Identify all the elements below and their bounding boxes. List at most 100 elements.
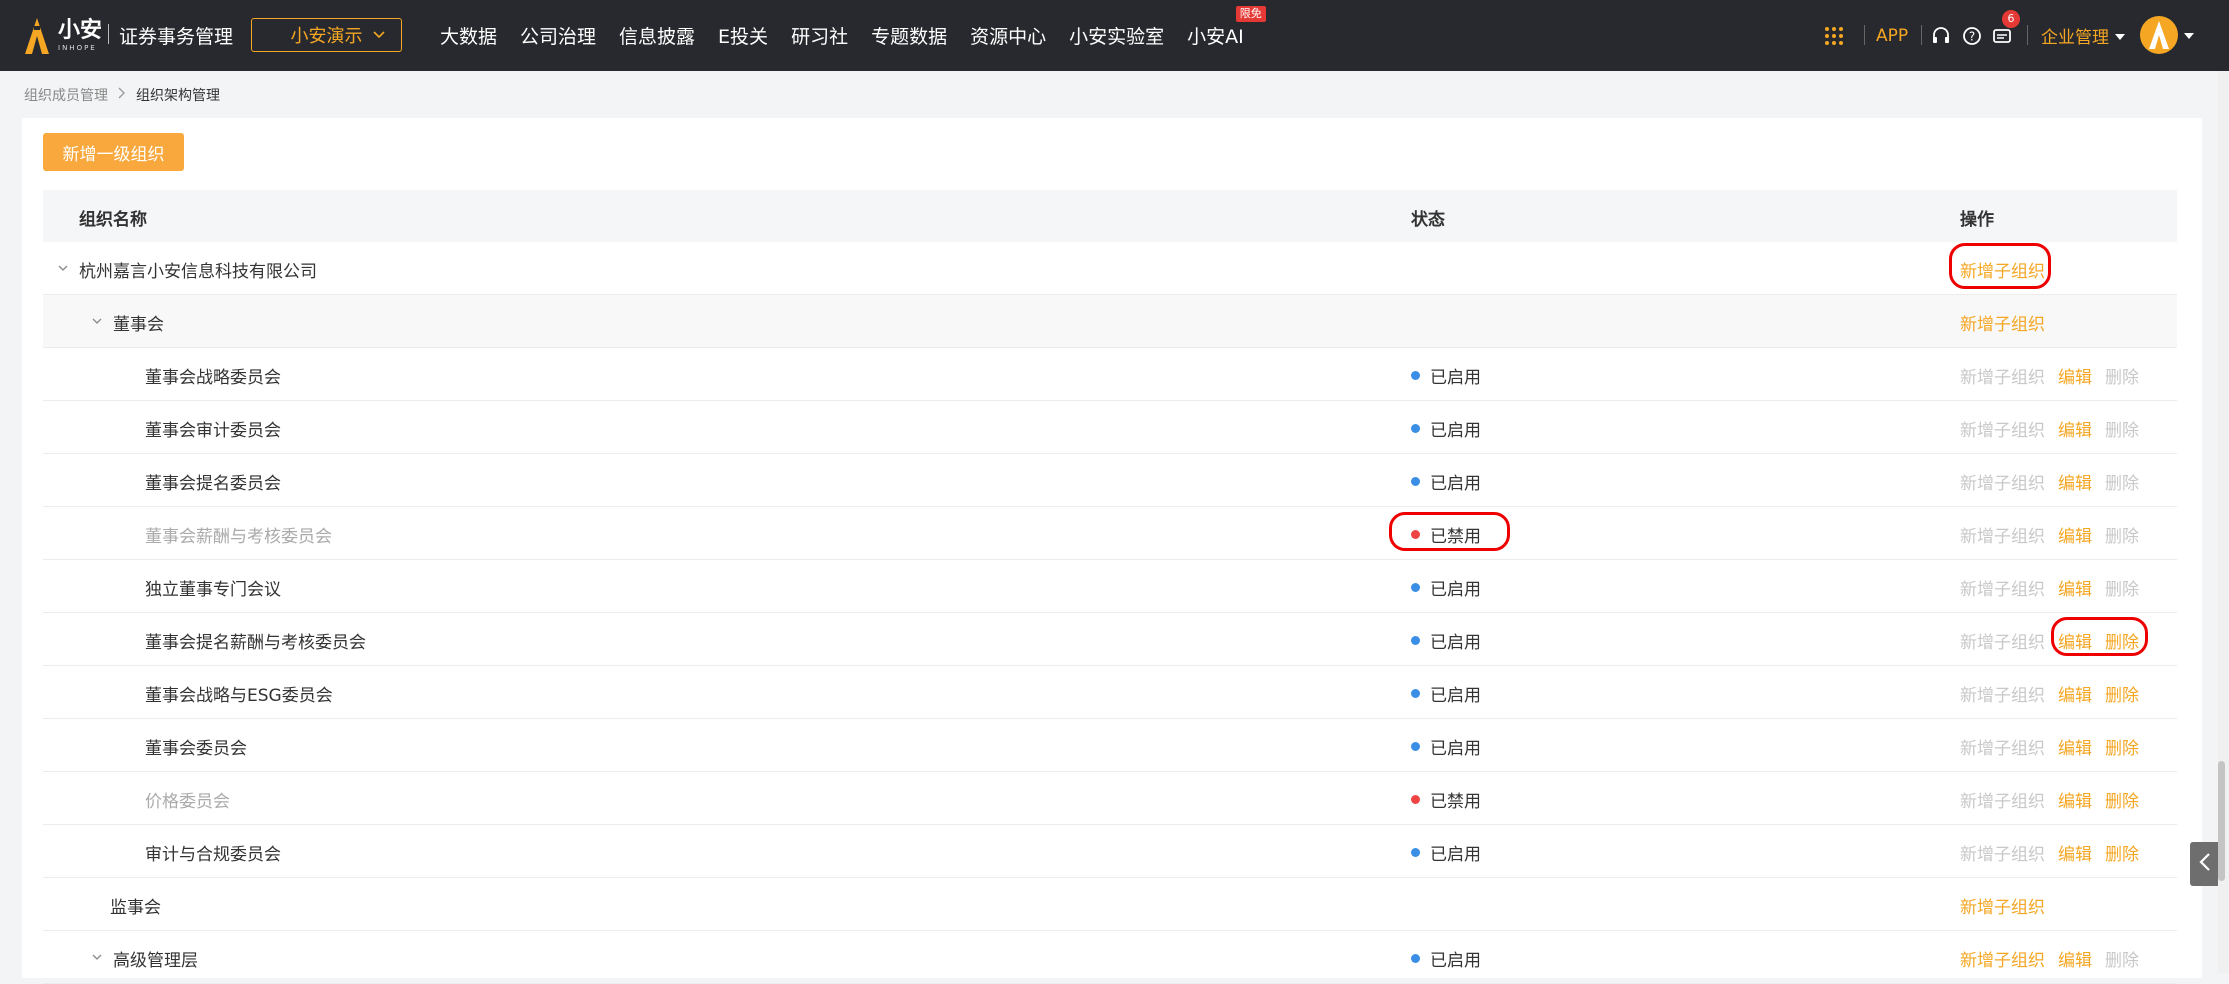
table-row: 董事会提名薪酬与考核委员会 已启用 新增子组织 编辑 删除	[43, 613, 2177, 666]
edit-button[interactable]: 编辑	[2058, 522, 2092, 547]
message-icon[interactable]: 6	[1992, 0, 2020, 71]
chevron-down-icon[interactable]	[57, 259, 69, 279]
avatar[interactable]	[2140, 16, 2178, 54]
add-child-button[interactable]: 新增子组织	[1960, 363, 2045, 388]
org-name: 董事会战略与ESG委员会	[145, 686, 333, 706]
table-row: 董事会委员会 已启用 新增子组织 编辑 删除	[43, 719, 2177, 772]
nav-topic-data[interactable]: 专题数据	[871, 22, 947, 49]
company-selector[interactable]: 小安演示	[251, 18, 402, 52]
edit-button[interactable]: 编辑	[2058, 787, 2092, 812]
add-child-button[interactable]: 新增子组织	[1960, 522, 2045, 547]
status-badge: 已启用	[1411, 734, 1481, 759]
column-header-name: 组织名称	[79, 210, 147, 230]
status-dot	[1411, 636, 1420, 645]
status-dot	[1411, 848, 1420, 857]
chevron-down-icon[interactable]	[91, 312, 103, 332]
add-child-button[interactable]: 新增子组织	[1960, 840, 2045, 865]
brand-divider	[108, 24, 109, 44]
caret-down-icon[interactable]	[2184, 0, 2194, 71]
edit-button[interactable]: 编辑	[2058, 681, 2092, 706]
delete-button[interactable]: 删除	[2105, 628, 2139, 653]
apps-grid-icon[interactable]	[1824, 0, 1844, 71]
edit-button[interactable]: 编辑	[2058, 628, 2092, 653]
nav-investor-relations[interactable]: E投关	[718, 22, 768, 49]
add-child-button[interactable]: 新增子组织	[1960, 681, 2045, 706]
delete-button[interactable]: 删除	[2105, 734, 2139, 759]
add-child-button[interactable]: 新增子组织	[1960, 734, 2045, 759]
chevron-down-icon[interactable]	[91, 948, 103, 968]
nav-ai[interactable]: 小安AI 限免	[1187, 6, 1266, 49]
nav-disclosure[interactable]: 信息披露	[619, 22, 695, 49]
add-top-level-org-button[interactable]: 新增一级组织	[43, 133, 184, 171]
row-actions: 新增子组织 编辑 删除	[1960, 840, 2152, 865]
table-row: 董事会 新增子组织	[43, 295, 2177, 348]
org-name: 杭州嘉言小安信息科技有限公司	[79, 262, 317, 282]
nav-resources[interactable]: 资源中心	[970, 22, 1046, 49]
org-name: 独立董事专门会议	[145, 580, 281, 600]
add-child-button[interactable]: 新增子组织	[1960, 469, 2045, 494]
vertical-scrollbar[interactable]	[2218, 71, 2229, 973]
delete-button[interactable]: 删除	[2105, 522, 2139, 547]
status-badge: 已禁用	[1411, 522, 1481, 547]
table-row: 审计与合规委员会 已启用 新增子组织 编辑 删除	[43, 825, 2177, 878]
edit-button[interactable]: 编辑	[2058, 734, 2092, 759]
status-badge: 已禁用	[1411, 787, 1481, 812]
delete-button[interactable]: 删除	[2105, 787, 2139, 812]
delete-button[interactable]: 删除	[2105, 363, 2139, 388]
org-name: 审计与合规委员会	[145, 845, 281, 865]
delete-button[interactable]: 删除	[2105, 575, 2139, 600]
scrollbar-thumb[interactable]	[2218, 761, 2225, 881]
delete-button[interactable]: 删除	[2105, 946, 2139, 971]
chevron-down-icon	[371, 27, 387, 48]
status-dot	[1411, 477, 1420, 486]
status-dot	[1411, 583, 1420, 592]
add-child-button[interactable]: 新增子组织	[1960, 257, 2045, 282]
nav-ai-label: 小安AI	[1187, 26, 1244, 48]
row-actions: 新增子组织 编辑 删除	[1960, 628, 2152, 653]
delete-button[interactable]: 删除	[2105, 469, 2139, 494]
nav-lab[interactable]: 小安实验室	[1069, 22, 1164, 49]
svg-text:?: ?	[1969, 29, 1975, 43]
status-text: 已启用	[1430, 845, 1481, 865]
add-child-button[interactable]: 新增子组织	[1960, 628, 2045, 653]
add-child-button[interactable]: 新增子组织	[1960, 893, 2045, 918]
delete-button[interactable]: 删除	[2105, 416, 2139, 441]
add-child-button[interactable]: 新增子组织	[1960, 416, 2045, 441]
edit-button[interactable]: 编辑	[2058, 575, 2092, 600]
breadcrumb-current: 组织架构管理	[136, 88, 220, 104]
add-child-button[interactable]: 新增子组织	[1960, 575, 2045, 600]
delete-button[interactable]: 删除	[2105, 840, 2139, 865]
chevron-right-icon	[118, 87, 126, 103]
status-text: 已启用	[1430, 368, 1481, 388]
table-row: 董事会战略与ESG委员会 已启用 新增子组织 编辑 删除	[43, 666, 2177, 719]
add-child-button[interactable]: 新增子组织	[1960, 787, 2045, 812]
table-row: 高级管理层 已启用 新增子组织 编辑 删除	[43, 931, 2177, 984]
add-child-button[interactable]: 新增子组织	[1960, 946, 2045, 971]
caret-down-icon	[2115, 26, 2125, 46]
status-badge: 已启用	[1411, 681, 1481, 706]
row-actions: 新增子组织	[1960, 893, 2058, 918]
help-icon[interactable]: ?	[1962, 0, 1982, 71]
edit-button[interactable]: 编辑	[2058, 469, 2092, 494]
edit-button[interactable]: 编辑	[2058, 416, 2092, 441]
add-child-button[interactable]: 新增子组织	[1960, 310, 2045, 335]
edit-button[interactable]: 编辑	[2058, 363, 2092, 388]
row-actions: 新增子组织 编辑 删除	[1960, 787, 2152, 812]
table-row: 独立董事专门会议 已启用 新增子组织 编辑 删除	[43, 560, 2177, 613]
delete-button[interactable]: 删除	[2105, 681, 2139, 706]
side-panel-toggle[interactable]	[2190, 842, 2220, 886]
breadcrumb-parent[interactable]: 组织成员管理	[24, 85, 108, 105]
org-name: 董事会战略委员会	[145, 368, 281, 388]
headset-icon[interactable]	[1931, 0, 1951, 71]
row-actions: 新增子组织 编辑 删除	[1960, 734, 2152, 759]
nav-study[interactable]: 研习社	[791, 22, 848, 49]
app-download-link[interactable]: APP	[1876, 0, 1908, 71]
nav-big-data[interactable]: 大数据	[440, 22, 497, 49]
edit-button[interactable]: 编辑	[2058, 946, 2092, 971]
table-row: 董事会提名委员会 已启用 新增子组织 编辑 删除	[43, 454, 2177, 507]
edit-button[interactable]: 编辑	[2058, 840, 2092, 865]
nav-governance[interactable]: 公司治理	[520, 22, 596, 49]
status-dot	[1411, 954, 1420, 963]
logo[interactable]: 小安 INHOPE	[22, 14, 102, 58]
enterprise-menu[interactable]: 企业管理	[2041, 0, 2125, 71]
